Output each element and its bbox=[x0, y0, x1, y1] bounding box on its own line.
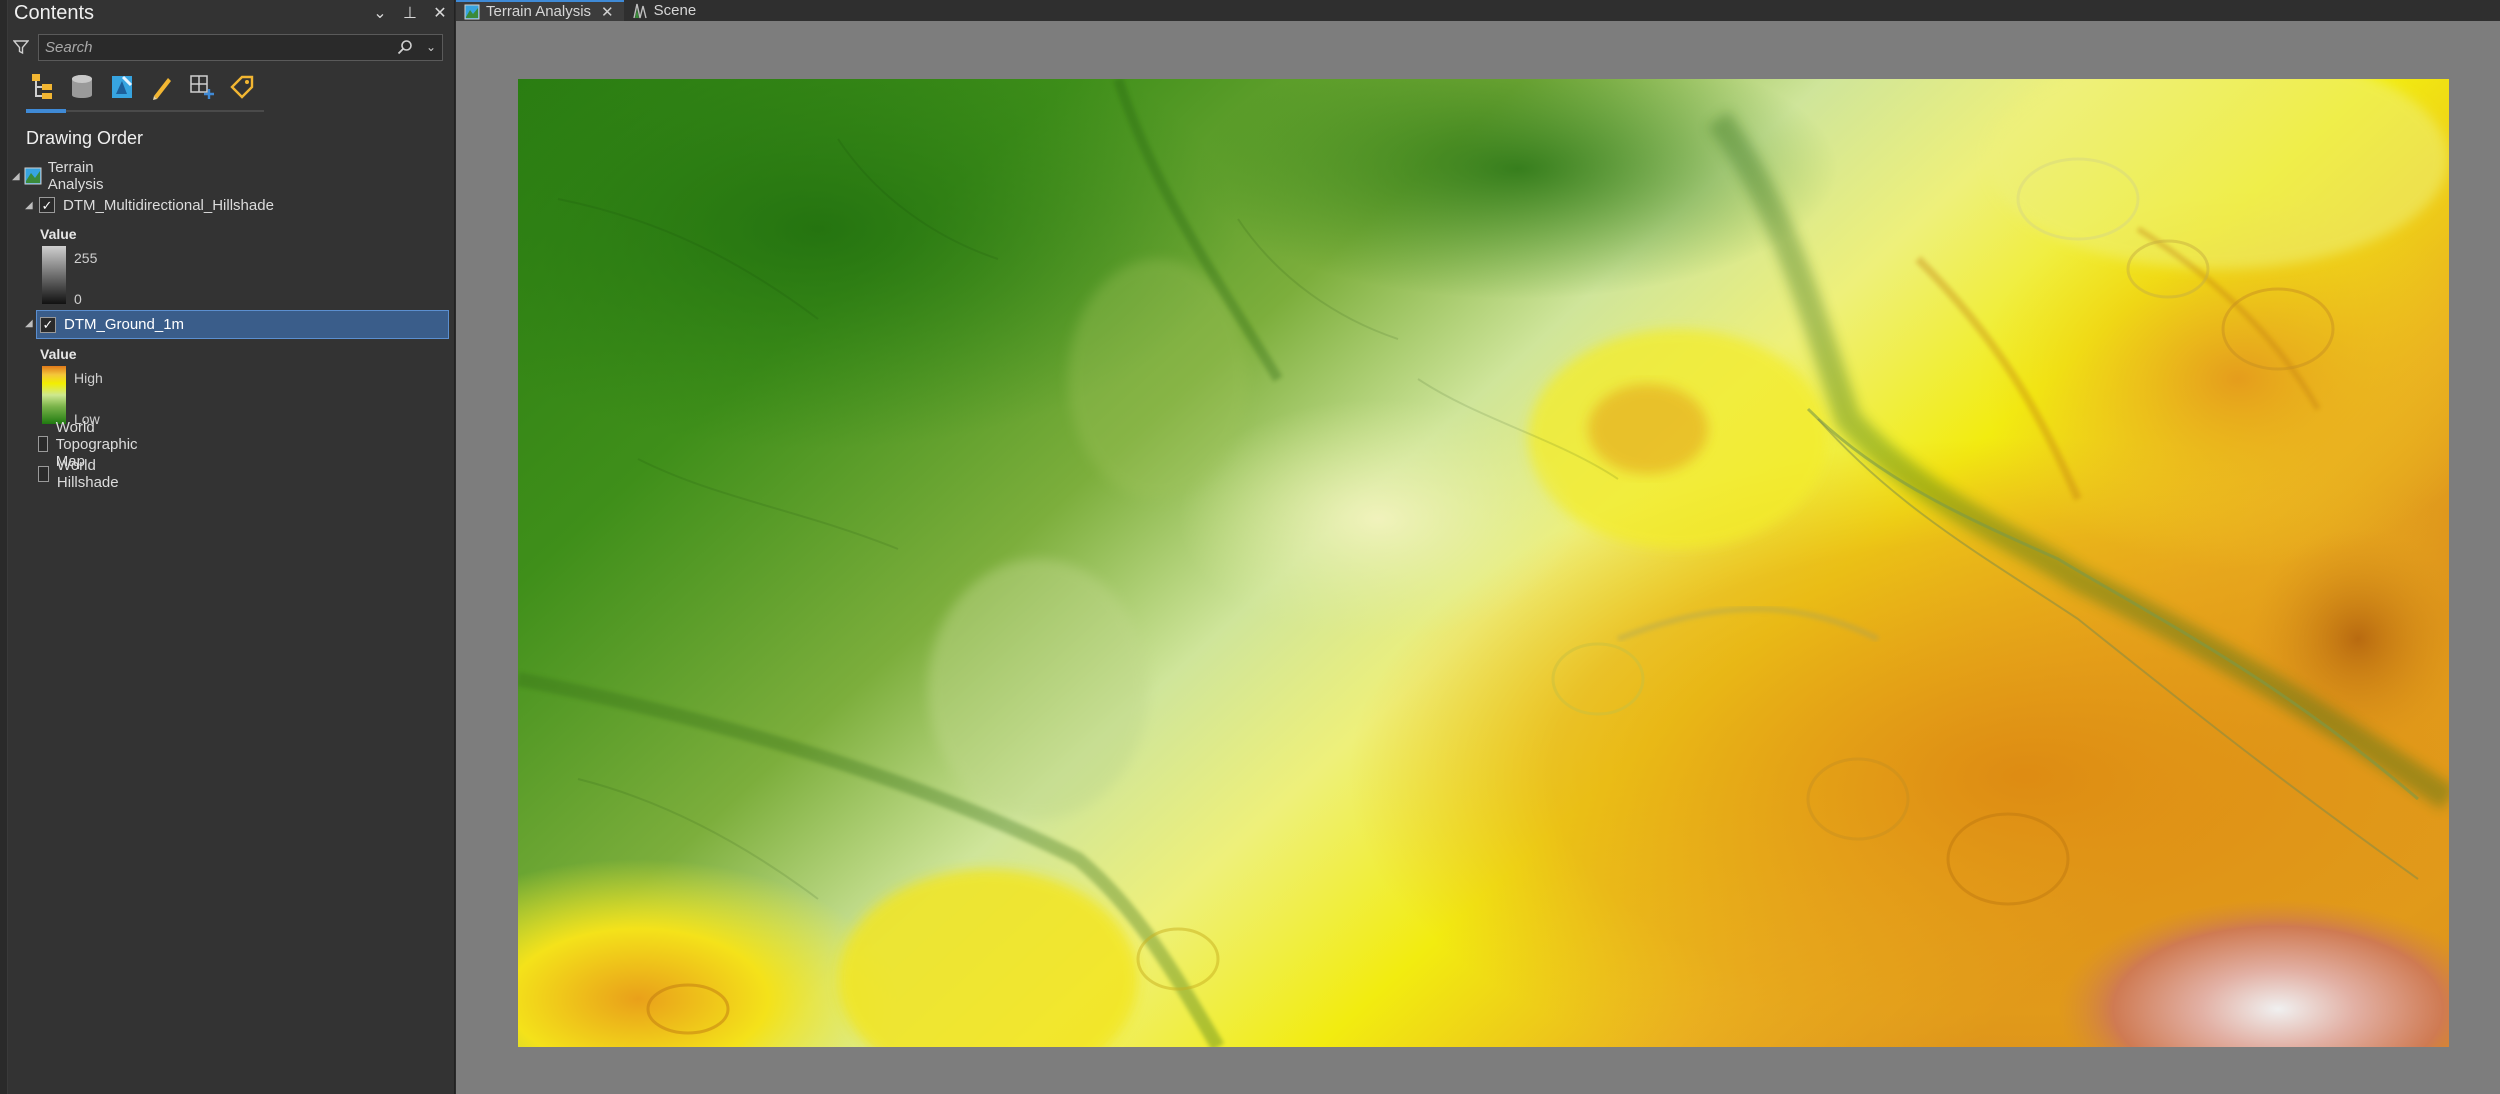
contents-header: Contents ⌄ ⊥ ✕ bbox=[14, 0, 454, 26]
list-by-selection-icon[interactable] bbox=[106, 70, 138, 104]
chevron-down-icon[interactable]: ⌄ bbox=[372, 3, 388, 23]
search-row: ⌄ bbox=[10, 33, 448, 61]
pane-title: Contents bbox=[14, 1, 95, 24]
active-view-indicator bbox=[26, 109, 66, 113]
dtm-elevation-raster[interactable] bbox=[518, 79, 2449, 1047]
layer-item-world-hillshade[interactable]: World Hillshade bbox=[38, 457, 124, 491]
legend-title: Value bbox=[40, 346, 77, 362]
filter-icon[interactable] bbox=[10, 36, 32, 58]
layer-visibility-checkbox[interactable] bbox=[38, 436, 48, 452]
list-by-drawing-order-icon[interactable] bbox=[26, 70, 58, 104]
pin-icon[interactable]: ⊥ bbox=[402, 3, 418, 23]
tab-terrain-analysis[interactable]: Terrain Analysis ✕ bbox=[456, 0, 624, 21]
collapse-triangle-icon[interactable]: ◢ bbox=[25, 318, 35, 329]
map-tab-icon bbox=[464, 4, 480, 19]
tab-label: Scene bbox=[653, 2, 697, 19]
search-icon[interactable] bbox=[390, 39, 420, 55]
list-by-source-icon[interactable] bbox=[66, 70, 98, 104]
dock-strip bbox=[0, 0, 8, 1094]
list-by-labeling-icon[interactable] bbox=[226, 70, 258, 104]
tab-label: Terrain Analysis bbox=[486, 3, 592, 20]
map-view[interactable] bbox=[456, 21, 2500, 1094]
view-tabs: Terrain Analysis ✕ Scene bbox=[456, 0, 2500, 21]
search-options-chevron-icon[interactable]: ⌄ bbox=[420, 40, 442, 54]
collapse-triangle-icon[interactable]: ◢ bbox=[25, 200, 35, 211]
elevation-ramp-swatch bbox=[42, 366, 66, 424]
layer-item-hillshade[interactable]: ◢ ✓ DTM_Multidirectional_Hillshade bbox=[25, 191, 274, 219]
layer-name: DTM_Ground_1m bbox=[64, 316, 185, 333]
map-node[interactable]: ◢ Terrain Analysis bbox=[12, 159, 106, 193]
layer-item-dtm-ground[interactable]: ✓ DTM_Ground_1m bbox=[36, 310, 449, 339]
legend-max-label: 255 bbox=[74, 250, 98, 266]
close-icon[interactable]: ✕ bbox=[432, 3, 448, 23]
contents-pane: Contents ⌄ ⊥ ✕ ⌄ bbox=[0, 0, 455, 1094]
close-tab-icon[interactable]: ✕ bbox=[601, 3, 614, 21]
legend-title: Value bbox=[40, 226, 77, 242]
layer-item-world-topographic[interactable]: World Topographic Map bbox=[38, 419, 144, 470]
map-icon bbox=[24, 167, 42, 185]
scene-tab-icon bbox=[632, 3, 647, 18]
layer-visibility-checkbox[interactable]: ✓ bbox=[39, 197, 55, 213]
collapse-triangle-icon[interactable]: ◢ bbox=[12, 171, 20, 182]
map-name: Terrain Analysis bbox=[47, 159, 104, 193]
tab-scene[interactable]: Scene bbox=[624, 0, 707, 21]
legend-min-label: 0 bbox=[74, 291, 82, 307]
contents-toolbar bbox=[26, 70, 258, 104]
search-input[interactable] bbox=[39, 34, 390, 60]
list-by-snapping-icon[interactable] bbox=[186, 70, 218, 104]
layer-visibility-checkbox[interactable]: ✓ bbox=[40, 316, 56, 333]
layer-name: DTM_Multidirectional_Hillshade bbox=[63, 196, 274, 214]
arcgis-pro-window: Contents ⌄ ⊥ ✕ ⌄ bbox=[0, 0, 2500, 1094]
drawing-order-title: Drawing Order bbox=[26, 128, 144, 148]
legend-max-label: High bbox=[74, 370, 103, 386]
layer-visibility-checkbox[interactable] bbox=[38, 466, 49, 482]
layer-name: World Hillshade bbox=[56, 457, 119, 491]
search-box: ⌄ bbox=[38, 33, 443, 61]
list-by-editing-icon[interactable] bbox=[146, 70, 178, 104]
hillshade-ramp-swatch bbox=[42, 246, 66, 304]
